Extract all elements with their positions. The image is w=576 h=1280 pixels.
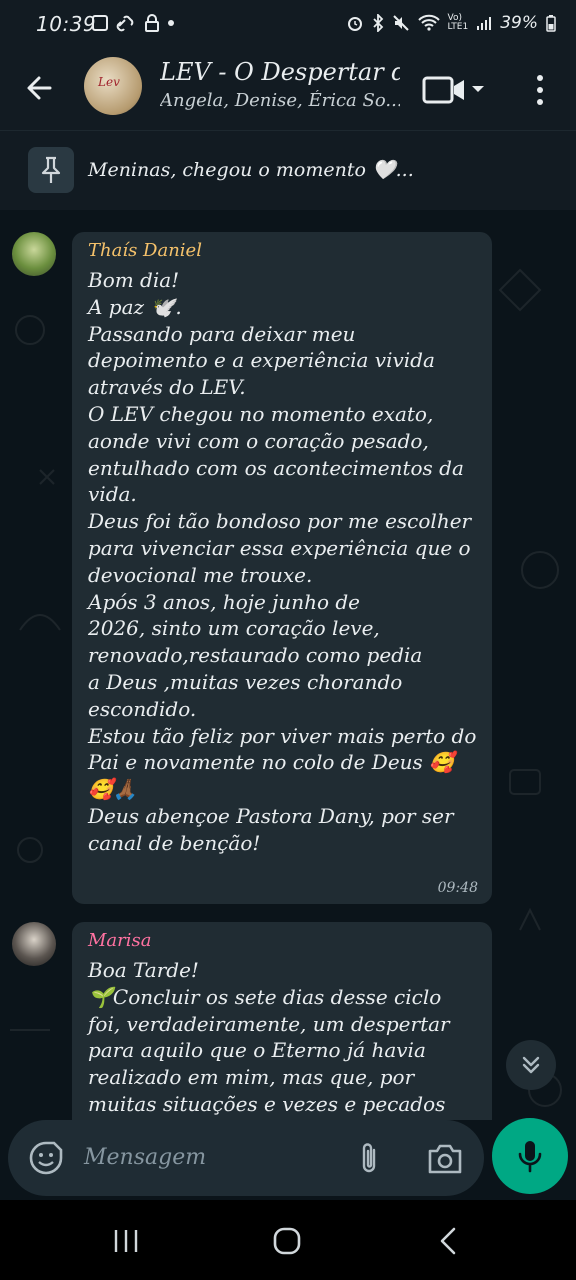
system-icons: Vo) LTE1 39% (346, 13, 556, 33)
message-bubble[interactable]: Marisa Boa Tarde! 🌱Concluir os sete dias… (72, 922, 492, 1120)
message-sender[interactable]: Marisa (88, 930, 476, 951)
attach-icon[interactable] (354, 1140, 384, 1176)
message-line: 🥰🙏🏾 (88, 777, 138, 802)
message-line: Deus foi tão bondoso por me escolher (88, 509, 472, 534)
message-line: foi, verdadeiramente, um despertar (88, 1011, 450, 1036)
message-sender[interactable]: Thaís Daniel (88, 240, 476, 261)
message-line: para aquilo que o Eterno já havia (88, 1038, 426, 1063)
message-line: Passando para deixar meu (88, 321, 356, 346)
sender-avatar[interactable] (12, 232, 56, 276)
group-avatar[interactable]: Lev (84, 57, 142, 115)
status-time: 10:39 (36, 12, 97, 36)
more-notifications-dot (168, 20, 174, 26)
group-members[interactable]: Angela, Denise, Érica So... (160, 90, 400, 111)
message-line: 2026, sinto um coração leve, (88, 616, 380, 641)
message-text: Bom dia! A paz 🕊️. Passando para deixar … (88, 267, 476, 857)
group-avatar-text: Lev (98, 75, 120, 89)
voice-message-button[interactable] (492, 1118, 568, 1194)
home-icon[interactable] (272, 1226, 302, 1256)
message-line: muitas situações e vezes e pecados (88, 1091, 446, 1116)
message-text: Boa Tarde! 🌱Concluir os sete dias desse … (88, 957, 476, 1118)
message-bubble[interactable]: Thaís Daniel Bom dia! A paz 🕊️. Passando… (72, 232, 492, 904)
message-composer: Mensagem (8, 1120, 484, 1196)
lock-notification-icon (145, 14, 159, 32)
message-line: vida. (88, 482, 137, 507)
recents-icon[interactable] (112, 1228, 140, 1254)
message-line: canal de benção! (88, 830, 261, 855)
mic-icon (518, 1141, 542, 1173)
message-line: entulhado com os acontecimentos da (88, 455, 464, 480)
group-title[interactable]: LEV - O Despertar d... (160, 58, 400, 86)
link-notification-icon (116, 15, 134, 32)
dropdown-icon (472, 86, 484, 92)
signal-icon (477, 17, 492, 30)
message-line: Estou tão feliz por viver mais perto do (88, 723, 477, 748)
message-time: 09:48 (437, 880, 478, 896)
message-line: aonde vivi com o coração pesado, (88, 428, 429, 453)
back-nav-icon[interactable] (436, 1226, 460, 1256)
message-line: 🌱Concluir os sete dias desse ciclo (88, 984, 442, 1009)
message-line: Deus abençoe Pastora Dany, por ser (88, 803, 454, 828)
message-line: renovado,restaurado como pedia (88, 643, 423, 668)
video-call-icon[interactable] (420, 72, 490, 108)
message-line: para vivenciar essa experiência que o (88, 535, 471, 560)
camera-icon[interactable] (426, 1142, 464, 1176)
mute-icon (392, 15, 409, 31)
pin-icon (28, 147, 74, 193)
chat-area[interactable]: Thaís Daniel Bom dia! A paz 🕊️. Passando… (0, 210, 576, 1120)
battery-icon (546, 15, 556, 32)
notification-icons (92, 14, 174, 32)
pinned-message-text: Meninas, chegou o momento 🤍... (88, 159, 414, 181)
message-line: escondido. (88, 696, 197, 721)
wifi-icon (417, 14, 440, 31)
back-arrow-icon[interactable] (20, 68, 60, 108)
message-line: O LEV chegou no momento exato, (88, 401, 434, 426)
chat-header: Lev LEV - O Despertar d... Angela, Denis… (0, 50, 576, 130)
system-nav-bar (0, 1200, 576, 1280)
emoji-sticker-icon[interactable] (28, 1140, 64, 1176)
message-line: Pai e novamente no colo de Deus 🥰 (88, 750, 455, 775)
battery-percentage: 39% (500, 13, 538, 33)
bluetooth-icon (372, 14, 383, 32)
message-line: Boa Tarde! (88, 958, 199, 982)
scroll-down-icon (522, 1056, 540, 1074)
alarm-icon (347, 17, 362, 31)
message-line: Bom dia! (88, 268, 180, 292)
sender-avatar[interactable] (12, 922, 56, 966)
gallery-notification-icon (92, 15, 108, 31)
more-options-icon[interactable] (528, 70, 552, 110)
message-line: Após 3 anos, hoje junho de (88, 589, 361, 614)
scroll-down-button[interactable] (506, 1040, 556, 1090)
message-input[interactable]: Mensagem (84, 1145, 206, 1170)
message-line: depoimento e a experiência vivida (88, 348, 435, 373)
message-line: devocional me trouxe. (88, 562, 313, 587)
message-line: a Deus ,muitas vezes chorando (88, 669, 403, 694)
volte-lte-label: Vo) LTE1 (447, 13, 469, 32)
status-bar: 10:39 Vo) LTE1 39% (0, 0, 576, 50)
message-line: realizado em mim, mas que, por (88, 1065, 415, 1090)
message-line: através do LEV. (88, 375, 246, 400)
message-line: A paz 🕊️. (88, 294, 182, 319)
pinned-message-bar[interactable]: Meninas, chegou o momento 🤍... (0, 130, 576, 210)
